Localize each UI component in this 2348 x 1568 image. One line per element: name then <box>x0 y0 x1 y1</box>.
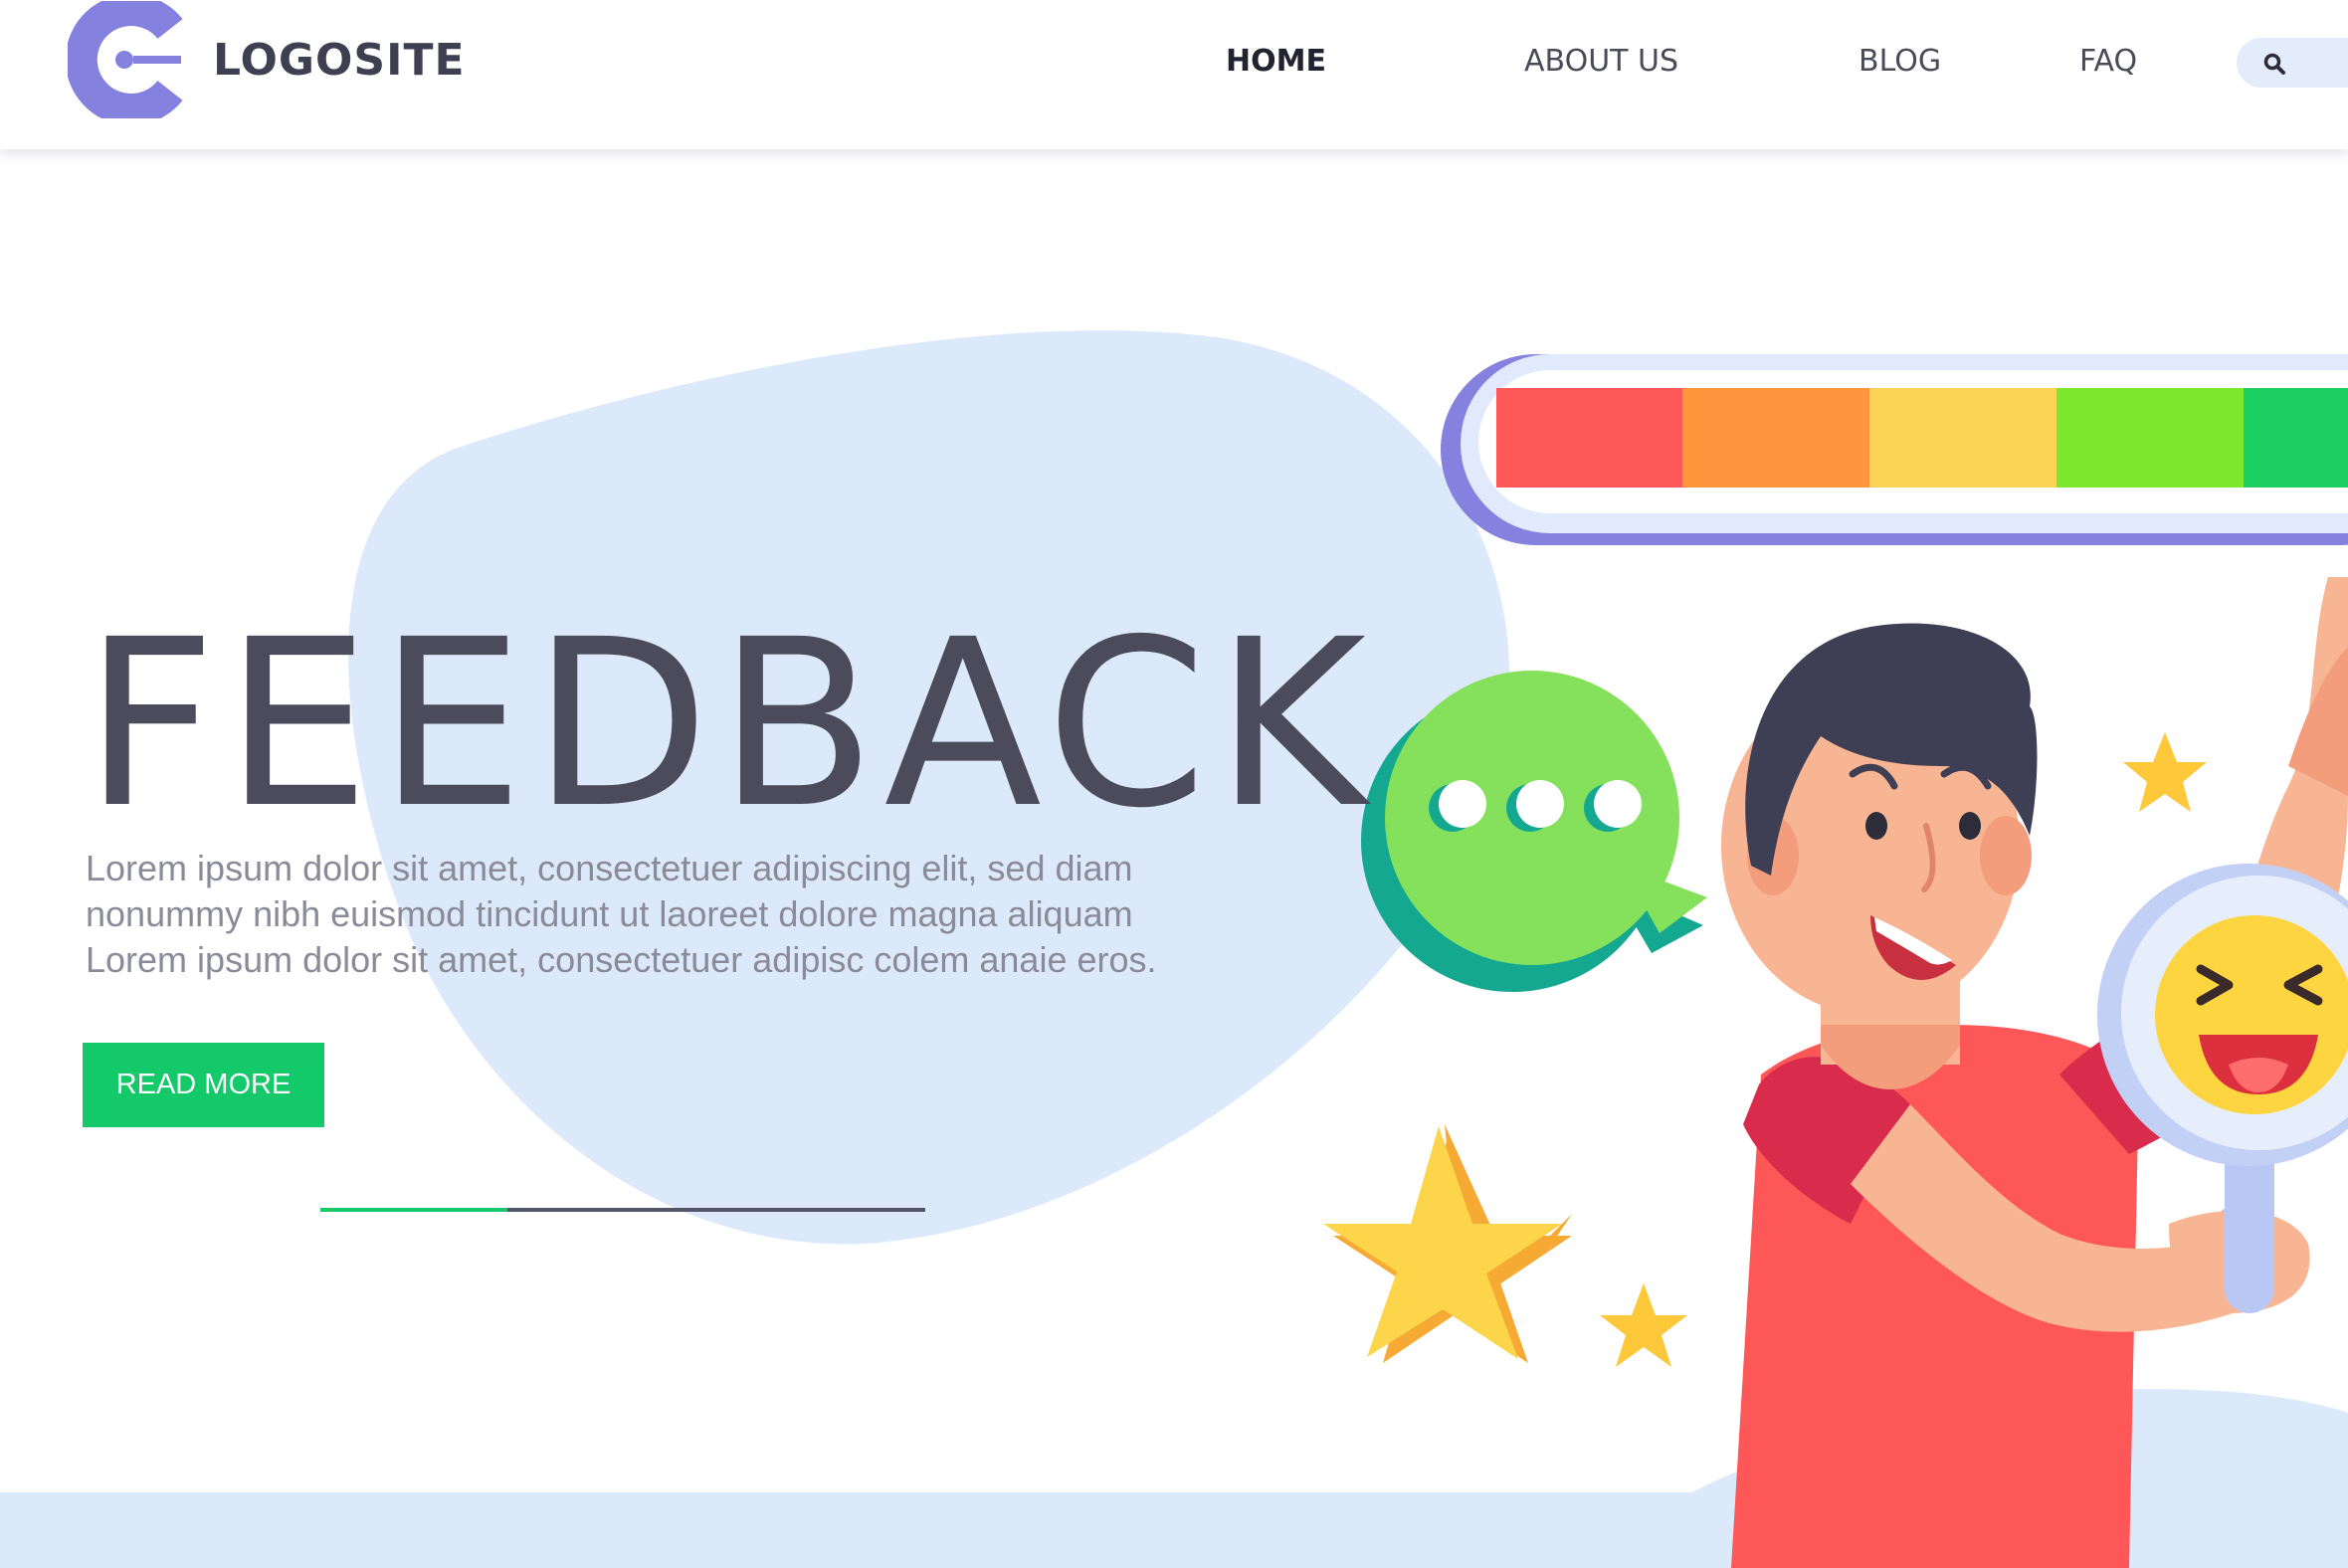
meter-segment-green <box>2244 388 2348 488</box>
nav-faq[interactable]: FAQ <box>2079 42 2137 82</box>
meter-segment-orange <box>1682 388 1869 488</box>
hero-description: Lorem ipsum dolor sit amet, consectetuer… <box>86 848 1157 980</box>
slide-progress-bar[interactable] <box>320 1208 925 1212</box>
site-logo[interactable]: LOGOSITE <box>68 0 495 119</box>
search-icon <box>2263 53 2285 75</box>
slide-progress-fill <box>320 1208 508 1212</box>
hero-title: FEEDBACK <box>84 590 1375 859</box>
logo-text: LOGOSITE <box>213 34 466 86</box>
hero-section: FEEDBACK Lorem ipsum dolor sit amet, con… <box>0 149 2348 1568</box>
small-star-icon <box>1600 1283 1687 1367</box>
rating-meter <box>1441 354 2348 545</box>
meter-segment-yellow <box>1869 388 2056 488</box>
meter-segment-lightgreen <box>2056 388 2244 488</box>
nav-about-us[interactable]: ABOUT US <box>1524 42 1678 82</box>
small-star-icon-2 <box>2123 732 2207 812</box>
search-box[interactable] <box>2237 38 2348 88</box>
logo-icon <box>68 1 183 118</box>
big-star-icon <box>1323 1124 1572 1363</box>
nav-blog[interactable]: BLOG <box>1859 42 1941 82</box>
nav-home[interactable]: HOME <box>1226 42 1326 82</box>
read-more-button[interactable]: READ MORE <box>83 1043 324 1127</box>
site-header: LOGOSITE HOME ABOUT US BLOG FAQ <box>0 0 2348 149</box>
